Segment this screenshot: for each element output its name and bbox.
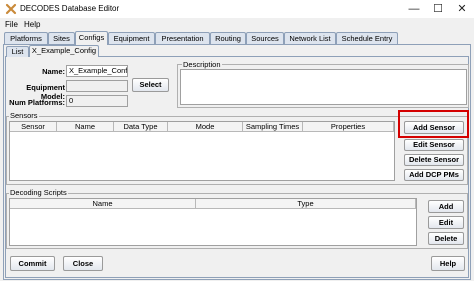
delete-sensor-button[interactable]: Delete Sensor (404, 154, 464, 166)
equipment-model-field (66, 80, 128, 92)
edit-sensor-button[interactable]: Edit Sensor (404, 139, 464, 151)
sensors-col-sensor[interactable]: Sensor (10, 122, 57, 132)
edit-script-button[interactable]: Edit (428, 216, 464, 229)
tab-schedule-entry[interactable]: Schedule Entry (336, 32, 398, 44)
scripts-col-name[interactable]: Name (10, 199, 196, 209)
close-button[interactable]: Close (63, 256, 103, 271)
tab-network-list[interactable]: Network List (284, 32, 336, 44)
select-button[interactable]: Select (132, 78, 169, 92)
scripts-col-type[interactable]: Type (196, 199, 416, 209)
decoding-scripts-title: Decoding Scripts (9, 188, 68, 197)
help-button[interactable]: Help (431, 256, 465, 271)
subtab-list[interactable]: List (6, 46, 29, 57)
add-sensor-button[interactable]: Add Sensor (404, 121, 464, 134)
subtab-config[interactable]: X_Example_Config (29, 45, 99, 57)
tab-platforms[interactable]: Platforms (4, 32, 48, 44)
menu-bar (0, 18, 474, 31)
tab-equipment[interactable]: Equipment (108, 32, 155, 44)
description-label: Description (182, 60, 222, 69)
sensors-title: Sensors (9, 111, 39, 120)
sensors-col-sampling-times[interactable]: Sampling Times (243, 122, 303, 132)
description-textarea[interactable] (180, 69, 467, 105)
tab-sources[interactable]: Sources (246, 32, 284, 44)
sensors-col-data-type[interactable]: Data Type (114, 122, 168, 132)
add-dcp-pms-button[interactable]: Add DCP PMs (404, 169, 464, 181)
delete-script-button[interactable]: Delete (428, 232, 464, 245)
num-platforms-field: 0 (66, 95, 128, 107)
tab-configs[interactable]: Configs (75, 31, 108, 45)
window-title: DECODES Database Editor (20, 4, 120, 13)
menu-file[interactable]: File (5, 20, 18, 29)
app-icon (5, 3, 17, 15)
add-script-button[interactable]: Add (428, 200, 464, 213)
menu-help[interactable]: Help (24, 20, 40, 29)
maximize-button[interactable]: ☐ (426, 0, 450, 18)
tab-sites[interactable]: Sites (48, 32, 75, 44)
sensors-col-name[interactable]: Name (57, 122, 114, 132)
sensors-col-properties[interactable]: Properties (303, 122, 394, 132)
name-label: Name: (42, 67, 65, 76)
tab-routing[interactable]: Routing (210, 32, 246, 44)
tab-presentation[interactable]: Presentation (155, 32, 210, 44)
close-window-button[interactable]: ✕ (450, 0, 474, 18)
sensors-col-mode[interactable]: Mode (168, 122, 243, 132)
name-field[interactable]: X_Example_Config (66, 65, 128, 77)
minimize-button[interactable]: — (402, 0, 426, 18)
num-platforms-label: Num Platforms: (9, 98, 65, 107)
commit-button[interactable]: Commit (10, 256, 55, 271)
